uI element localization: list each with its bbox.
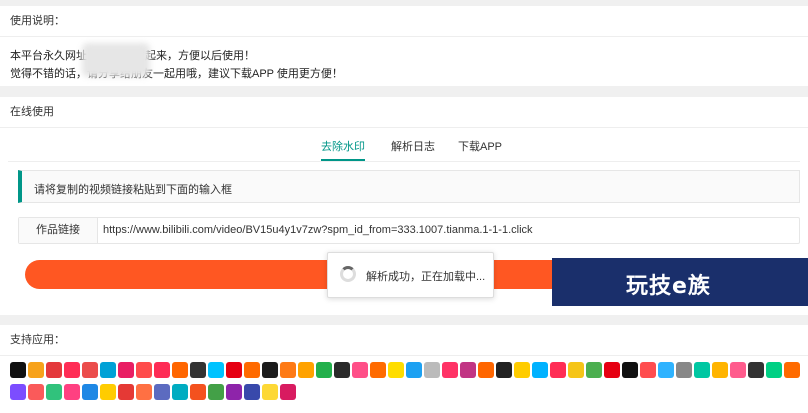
supported-app-icon	[658, 362, 674, 378]
loading-toast: 解析成功，正在加载中...	[327, 252, 494, 298]
supported-app-icon	[478, 362, 494, 378]
supported-app-icon	[784, 362, 800, 378]
supported-app-icon	[406, 362, 422, 378]
loading-spinner-icon	[340, 266, 356, 282]
instructions-card: 使用说明： 本平台永久网址： 记得收藏起来，方便以后使用！ 觉得不错的话，请分享…	[0, 6, 808, 86]
app-icon-grid	[10, 362, 805, 406]
supported-app-icon	[244, 384, 260, 400]
watermark-text: 玩技e族	[626, 274, 711, 299]
supported-app-icon	[730, 362, 746, 378]
supported-app-icon	[28, 384, 44, 400]
supported-app-icon	[280, 362, 296, 378]
supported-app-icon	[748, 362, 764, 378]
supported-app-icon	[154, 362, 170, 378]
supported-app-icon	[334, 362, 350, 378]
supported-app-icon	[352, 362, 368, 378]
supported-app-icon	[694, 362, 710, 378]
supported-app-icon	[154, 384, 170, 400]
tab-download-app[interactable]: 下载APP	[458, 135, 502, 159]
supported-app-icon	[208, 384, 224, 400]
supported-app-icon	[262, 384, 278, 400]
instructions-title: 使用说明：	[0, 6, 808, 37]
supported-app-icon	[172, 362, 188, 378]
supported-app-icon	[208, 362, 224, 378]
supported-app-icon	[28, 362, 44, 378]
supported-app-icon	[190, 362, 206, 378]
tab-divider	[8, 161, 800, 162]
supported-app-icon	[82, 384, 98, 400]
supported-app-icon	[370, 362, 386, 378]
supported-app-icon	[190, 384, 206, 400]
watermark-banner: 玩技e族	[552, 258, 808, 306]
supported-app-icon	[766, 362, 782, 378]
supported-app-icon	[280, 384, 296, 400]
supported-app-icon	[712, 362, 728, 378]
supported-app-icon	[514, 362, 530, 378]
supported-app-icon	[226, 362, 242, 378]
supported-app-icon	[262, 362, 278, 378]
supported-app-icon	[640, 362, 656, 378]
supported-app-icon	[136, 384, 152, 400]
supported-app-icon	[568, 362, 584, 378]
supported-app-icon	[550, 362, 566, 378]
supported-app-icon	[10, 362, 26, 378]
link-input-row: 作品链接	[18, 217, 800, 244]
tab-remove-watermark[interactable]: 去除水印	[321, 135, 365, 161]
supported-app-icon	[82, 362, 98, 378]
tab-bar: 去除水印 解析日志 下载APP	[0, 135, 808, 161]
supported-app-icon	[586, 362, 602, 378]
supported-app-icon	[172, 384, 188, 400]
supported-app-icon	[244, 362, 260, 378]
supported-app-icon	[226, 384, 242, 400]
supported-app-icon	[316, 362, 332, 378]
supported-app-icon	[460, 362, 476, 378]
supported-app-icon	[532, 362, 548, 378]
supported-app-icon	[604, 362, 620, 378]
loading-text: 解析成功，正在加载中...	[366, 271, 486, 283]
supported-app-icon	[622, 362, 638, 378]
tab-parse-log[interactable]: 解析日志	[391, 135, 435, 159]
online-use-title: 在线使用	[0, 97, 808, 128]
supported-app-icon	[64, 384, 80, 400]
tip-text: 请将复制的视频链接粘贴到下面的输入框	[34, 184, 232, 196]
supported-app-icon	[64, 362, 80, 378]
link-input-label: 作品链接	[19, 218, 98, 243]
supported-app-icon	[100, 362, 116, 378]
supported-app-icon	[100, 384, 116, 400]
tip-box: 请将复制的视频链接粘贴到下面的输入框	[18, 170, 800, 203]
redacted-url-blur	[82, 43, 150, 77]
link-input[interactable]	[103, 218, 793, 243]
supported-app-icon	[388, 362, 404, 378]
supported-app-icon	[496, 362, 512, 378]
supported-app-icon	[118, 384, 134, 400]
instructions-line-2: 觉得不错的话，请分享给朋友一起用哦，建议下载APP 使用更方便！	[10, 68, 343, 80]
supported-app-icon	[424, 362, 440, 378]
supported-apps-title: 支持应用：	[0, 325, 808, 356]
supported-app-icon	[442, 362, 458, 378]
supported-app-icon	[46, 384, 62, 400]
supported-app-icon	[136, 362, 152, 378]
supported-app-icon	[298, 362, 314, 378]
supported-app-icon	[10, 384, 26, 400]
supported-app-icon	[118, 362, 134, 378]
supported-app-icon	[46, 362, 62, 378]
supported-app-icon	[676, 362, 692, 378]
